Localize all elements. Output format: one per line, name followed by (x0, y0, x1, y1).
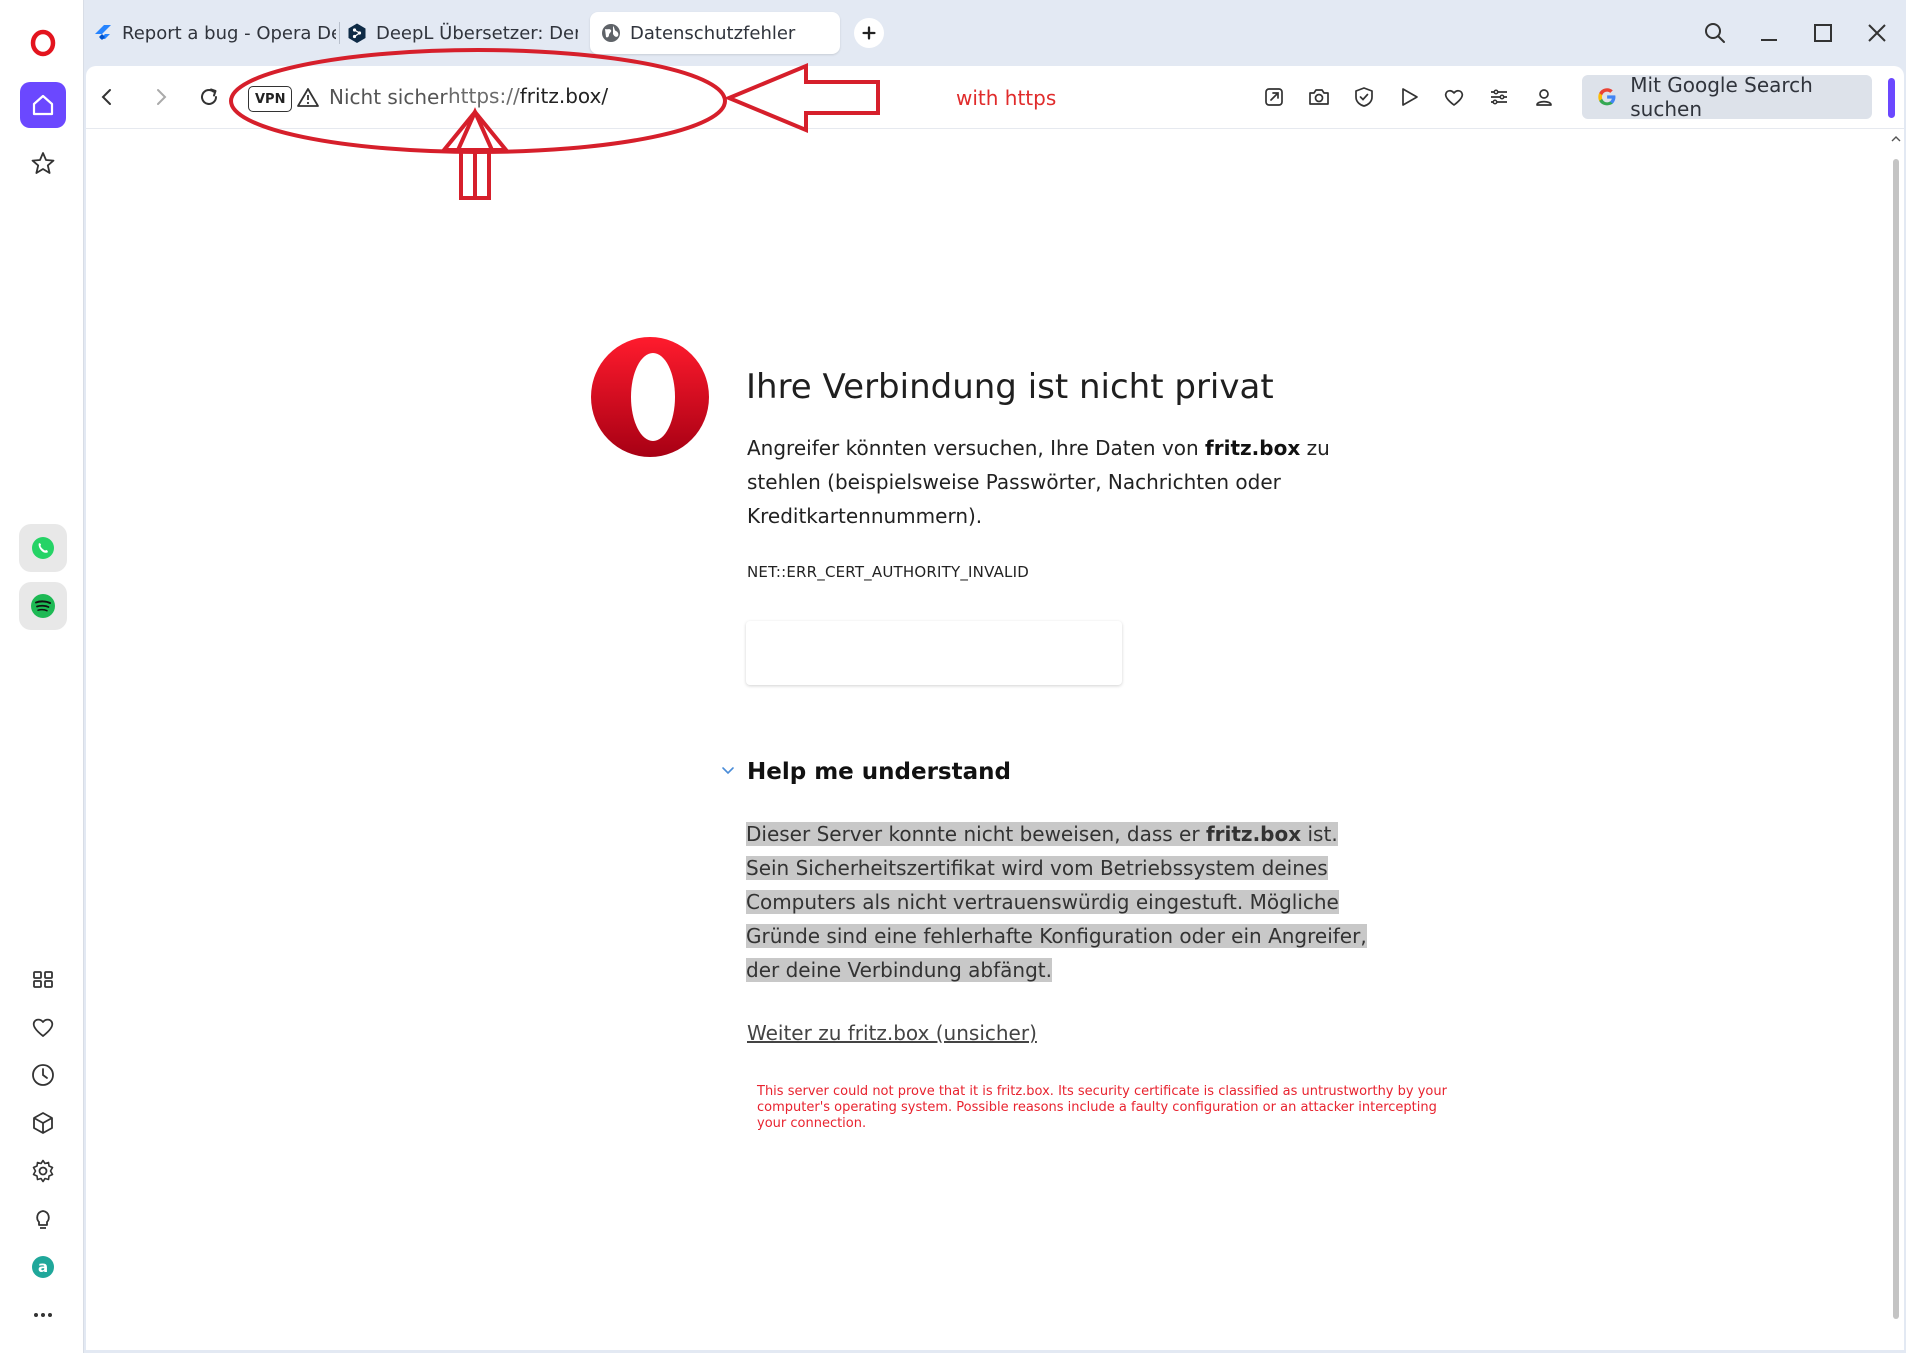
tab-deepl[interactable]: DeepL Übersetzer: Der präz (346, 12, 578, 54)
google-icon (1598, 88, 1616, 106)
close-icon (1868, 24, 1886, 42)
lightbulb-icon (36, 1210, 50, 1229)
search-icon (1705, 23, 1725, 43)
page-title: Ihre Verbindung ist nicht privat (746, 367, 1274, 407)
search-field[interactable]: Mit Google Search suchen (1582, 73, 1872, 121)
sidebar-favorites-button[interactable] (20, 1004, 66, 1050)
heart-icon (1444, 89, 1464, 106)
settings-icon (32, 1159, 54, 1183)
vpn-badge[interactable]: VPN (248, 86, 293, 112)
profile-icon (1536, 89, 1552, 106)
help-details: Dieser Server konnte nicht beweisen, das… (746, 817, 1386, 987)
annotation-translation-note: This server could not prove that it is f… (757, 1084, 1447, 1131)
scroll-up-icon[interactable] (1888, 133, 1904, 145)
extensions-icon (33, 1112, 53, 1134)
minimize-icon (1761, 39, 1777, 41)
tab-search-button[interactable] (1698, 16, 1732, 50)
new-tab-button[interactable] (854, 18, 884, 48)
chevron-down-icon[interactable] (720, 763, 736, 779)
error-description: Angreifer könnten versuchen, Ihre Daten … (747, 431, 1387, 533)
scrollbar-thumb[interactable] (1893, 159, 1899, 1319)
easy-setup-button[interactable] (1485, 83, 1513, 111)
adblock-button[interactable] (1350, 83, 1378, 111)
help-host: fritz.box (1205, 822, 1302, 846)
sidebar-toggle-indicator[interactable] (1888, 78, 1895, 118)
tab-separator (339, 22, 340, 44)
apps-icon (33, 971, 53, 988)
maximize-icon (1814, 24, 1832, 42)
proceed-unsafe-link[interactable]: Weiter zu fritz.box (unsicher) (747, 1021, 1037, 1045)
play-icon (1402, 88, 1418, 106)
heart-icon (32, 1018, 54, 1037)
tab-datenschutzfehler[interactable]: Datenschutzfehler (590, 12, 840, 54)
star-icon (31, 152, 55, 174)
close-window-button[interactable] (1860, 16, 1894, 50)
camera-icon (1309, 89, 1329, 105)
sidebar-tips-button[interactable] (20, 1196, 66, 1242)
share-icon (1265, 88, 1283, 106)
warning-icon[interactable] (296, 86, 320, 110)
search-placeholder: Mit Google Search suchen (1630, 73, 1813, 121)
url-field[interactable]: https://fritz.box/ (448, 84, 608, 108)
chevron-right-icon (157, 89, 167, 105)
svg-text:a: a (38, 1258, 48, 1276)
sidebar-whatsapp-button[interactable] (19, 524, 67, 572)
desc-host: fritz.box (1205, 436, 1301, 460)
deepl-icon (348, 23, 366, 43)
easy-setup-icon (1491, 89, 1507, 105)
reload-button[interactable] (192, 80, 226, 114)
sidebar-settings-button[interactable] (20, 1148, 66, 1194)
shield-icon (1355, 87, 1373, 107)
help-text: Dieser Server konnte nicht beweisen, das… (746, 822, 1206, 846)
tab-title: Report a bug - Opera Desk (122, 22, 336, 44)
sidebar-history-button[interactable] (20, 1052, 66, 1098)
sidebar-aria-button[interactable]: a (20, 1244, 66, 1290)
jira-icon (95, 25, 111, 40)
page-scrollbar[interactable] (1888, 129, 1904, 1351)
sidebar-spotify-button[interactable] (19, 582, 67, 630)
home-icon (32, 94, 54, 116)
url-scheme: https:// (448, 84, 520, 108)
share-button[interactable] (1260, 83, 1288, 111)
sidebar-apps-button[interactable] (20, 956, 66, 1002)
sidebar-more-button[interactable] (20, 1292, 66, 1338)
tab-title: DeepL Übersetzer: Der präz (376, 22, 578, 44)
help-text: ist. Sein Sicherheitszertifikat wird vom… (746, 822, 1367, 982)
tab-report-bug[interactable]: Report a bug - Opera Desk (92, 12, 336, 54)
annotation-label: with https (956, 86, 1057, 110)
whatsapp-icon (32, 537, 54, 559)
profile-button[interactable] (1530, 83, 1558, 111)
help-me-understand-toggle[interactable]: Help me understand (747, 759, 1011, 785)
spotify-icon (31, 594, 55, 618)
opera-logo-icon (591, 337, 709, 457)
back-to-safety-button[interactable] (746, 621, 1122, 685)
flow-button[interactable] (1395, 83, 1423, 111)
sidebar-home-button[interactable] (20, 82, 66, 128)
opera-menu-button[interactable] (20, 20, 66, 66)
more-icon (34, 1313, 52, 1317)
back-button[interactable] (90, 80, 124, 114)
error-code: NET::ERR_CERT_AUTHORITY_INVALID (747, 563, 1029, 581)
desc-text: Angreifer könnten versuchen, Ihre Daten … (747, 436, 1206, 460)
sidebar: a (0, 0, 84, 1353)
security-status-label[interactable]: Nicht sicher (329, 85, 448, 109)
sidebar-extensions-button[interactable] (20, 1100, 66, 1146)
history-icon (32, 1064, 54, 1086)
aria-icon: a (32, 1256, 54, 1278)
plus-icon (862, 26, 876, 40)
favorites-button[interactable] (1440, 83, 1468, 111)
sidebar-bookmarks-button[interactable] (20, 140, 66, 186)
chevron-left-icon (101, 89, 111, 105)
snapshot-button[interactable] (1305, 83, 1333, 111)
reload-icon (201, 88, 217, 105)
tab-title: Datenschutzfehler (630, 22, 796, 44)
url-host: fritz.box/ (519, 84, 609, 108)
error-page: Ihre Verbindung ist nicht privat Angreif… (86, 128, 1904, 1350)
minimize-button[interactable] (1752, 16, 1786, 50)
forward-button[interactable] (144, 80, 178, 114)
tab-bar: Report a bug - Opera Desk DeepL Übersetz… (84, 0, 1906, 64)
opera-icon (30, 29, 56, 57)
maximize-button[interactable] (1806, 16, 1840, 50)
globe-icon (602, 24, 620, 42)
